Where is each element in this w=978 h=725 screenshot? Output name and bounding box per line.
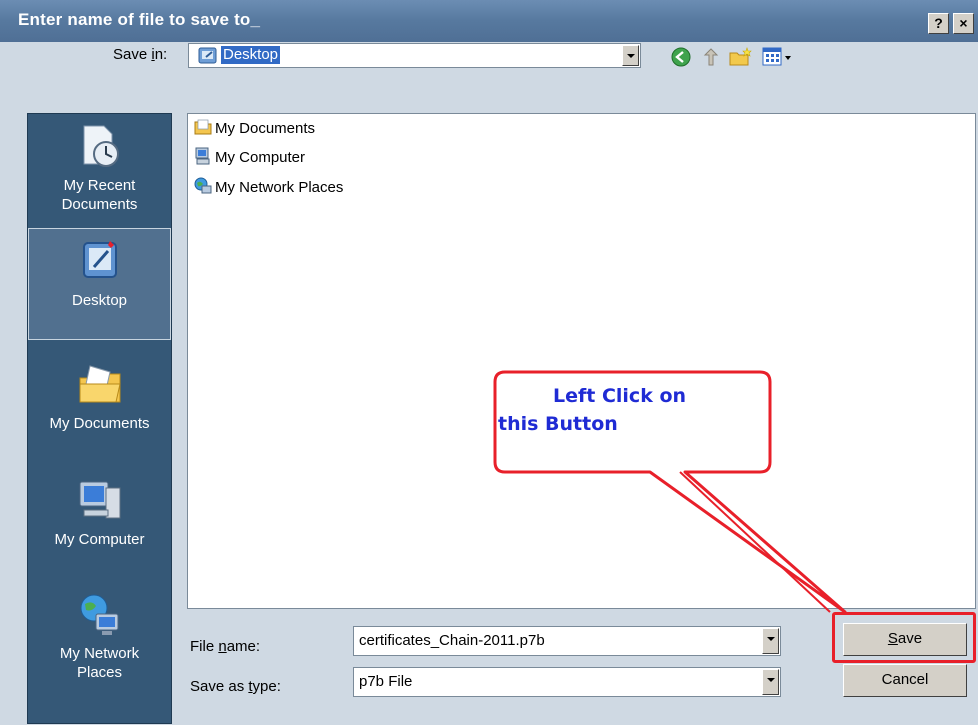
my-documents-icon: [79, 365, 121, 403]
window-title: Enter name of file to save to_: [18, 10, 261, 29]
place-label: My Documents: [49, 415, 150, 432]
list-item[interactable]: My Documents: [194, 118, 315, 140]
cancel-button[interactable]: Cancel: [843, 664, 967, 697]
help-button[interactable]: ?: [928, 13, 949, 34]
file-item-label: My Computer: [215, 149, 306, 166]
my-computer-icon: [79, 481, 120, 519]
save-as-type-dropdown[interactable]: p7b File: [353, 667, 781, 697]
back-icon[interactable]: [670, 46, 692, 68]
file-item-label: My Network Places: [215, 179, 344, 196]
chevron-down-icon[interactable]: [622, 45, 639, 66]
recent-documents-icon: [83, 125, 119, 167]
desktop-icon: [198, 47, 217, 64]
callout-line-2: this Button: [498, 413, 618, 435]
view-menu-icon[interactable]: [762, 46, 794, 68]
place-label: My Computer: [54, 531, 145, 548]
list-item[interactable]: My Network Places: [194, 177, 343, 199]
save-in-label: Save in:: [113, 46, 168, 63]
highlight-box: [832, 612, 976, 663]
dialog-body: Save in: Desktop My Recent Documents Des…: [0, 42, 978, 725]
save-in-value: Desktop: [221, 46, 281, 64]
folder-icon: [194, 119, 212, 135]
places-network[interactable]: My Network Places: [28, 584, 171, 704]
close-button[interactable]: ×: [953, 13, 974, 34]
title-bar: Enter name of file to save to_ ? ×: [0, 0, 978, 42]
network-icon: [194, 177, 212, 194]
computer-icon: [195, 147, 210, 165]
up-folder-icon[interactable]: [700, 46, 722, 68]
list-item[interactable]: My Computer: [194, 147, 305, 169]
places-desktop[interactable]: Desktop: [28, 228, 171, 340]
file-item-label: My Documents: [215, 120, 316, 137]
callout-line-1: Left Click on: [553, 385, 687, 407]
place-label: My Network Places: [59, 645, 140, 681]
chevron-down-icon[interactable]: [762, 628, 779, 654]
chevron-down-icon[interactable]: [762, 669, 779, 695]
places-my-documents[interactable]: My Documents: [28, 354, 171, 462]
places-recent-documents[interactable]: My Recent Documents: [28, 116, 171, 226]
save-as-type-value: p7b File: [359, 673, 413, 690]
file-name-value: certificates_Chain-2011.p7b: [359, 632, 545, 649]
new-folder-icon[interactable]: [728, 46, 754, 68]
network-places-icon: [80, 594, 118, 635]
file-name-input[interactable]: certificates_Chain-2011.p7b: [353, 626, 781, 656]
places-bar: My Recent Documents Desktop My Documents: [27, 113, 172, 724]
file-name-label: File name:: [190, 638, 261, 655]
place-label: My Recent Documents: [61, 177, 138, 213]
desktop-icon: [82, 241, 117, 278]
places-my-computer[interactable]: My Computer: [28, 470, 171, 578]
save-in-dropdown[interactable]: Desktop: [188, 43, 641, 68]
place-label: Desktop: [71, 292, 128, 309]
save-as-type-label: Save as type:: [190, 678, 281, 695]
